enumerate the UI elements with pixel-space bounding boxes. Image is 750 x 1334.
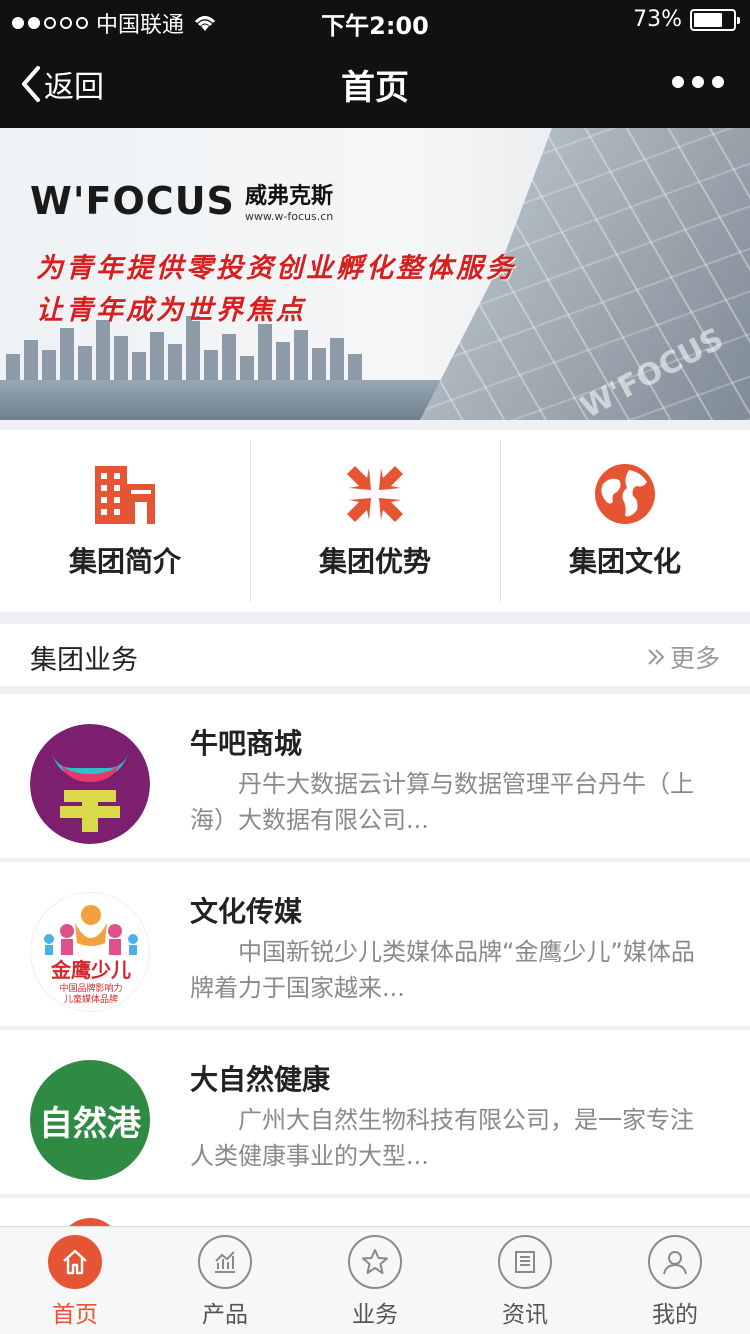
business-title: 牛吧商城 xyxy=(190,727,303,760)
list-item[interactable]: 牛吧商城 丹牛大数据云计算与数据管理平台丹牛（上海）大数据有限公司... xyxy=(0,694,750,858)
nav-bar: 返回 首页 xyxy=(0,40,750,128)
ziran-logo-text: 自然港 xyxy=(39,1103,141,1144)
quick-menu-advantage[interactable]: 集团优势 xyxy=(250,440,500,602)
tab-label: 首页 xyxy=(52,1302,98,1328)
list-item-partial[interactable] xyxy=(0,1198,750,1228)
brand-logo: W'FOCUS 威弗克斯 www.w-focus.cn xyxy=(30,178,334,224)
quick-menu-label: 集团简介 xyxy=(68,545,181,578)
brand-logo-text: W'FOCUS xyxy=(30,178,235,223)
brand-logo-url: www.w-focus.cn xyxy=(244,210,334,223)
compress-arrows-icon xyxy=(347,466,403,522)
tab-profile[interactable]: 我的 xyxy=(600,1227,750,1334)
globe-icon xyxy=(595,464,655,524)
list-item[interactable]: 金鹰少儿 中国品牌影响力 儿童媒体品牌 文化传媒 中国新锐少儿类媒体品牌“金鹰少… xyxy=(0,862,750,1026)
jinying-logo-avatar: 金鹰少儿 中国品牌影响力 儿童媒体品牌 xyxy=(30,892,150,1012)
banner-slogan-1: 为青年提供零投资创业孵化整体服务 xyxy=(36,253,516,284)
page-title: 首页 xyxy=(341,68,409,108)
section-header: 集团业务 更多 xyxy=(0,624,750,686)
tab-label: 产品 xyxy=(202,1302,248,1328)
business-description: 中国新锐少儿类媒体品牌“金鹰少儿”媒体品牌着力于国家越来... xyxy=(190,938,695,1002)
section-title: 集团业务 xyxy=(30,645,138,676)
business-title: 文化传媒 xyxy=(190,895,303,928)
battery-icon xyxy=(690,8,740,31)
brand-logo-cn: 威弗克斯 xyxy=(244,184,333,209)
chart-icon xyxy=(215,1251,235,1273)
status-bar: 中国联通 下午2:00 73% xyxy=(0,0,750,40)
star-icon xyxy=(362,1249,388,1274)
quick-menu-culture[interactable]: 集团文化 xyxy=(500,440,750,602)
business-description: 丹牛大数据云计算与数据管理平台丹牛（上海）大数据有限公司... xyxy=(190,770,694,834)
home-icon xyxy=(63,1249,87,1275)
list-item[interactable]: 自然港 大自然健康 广州大自然生物科技有限公司，是一家专注人类健康事业的大型..… xyxy=(0,1030,750,1194)
more-link[interactable]: 更多 xyxy=(646,639,720,675)
tab-label: 我的 xyxy=(652,1302,698,1328)
business-description: 广州大自然生物科技有限公司，是一家专注人类健康事业的大型... xyxy=(190,1106,694,1170)
kids-logo-subtext-1: 中国品牌影响力 xyxy=(59,982,122,994)
more-options-button[interactable] xyxy=(672,76,724,88)
more-link-label: 更多 xyxy=(669,644,720,673)
tab-home[interactable]: 首页 xyxy=(0,1227,150,1334)
banner-slogan-2: 让青年成为世界焦点 xyxy=(36,295,306,326)
ziran-logo-avatar: 自然港 xyxy=(30,1060,150,1180)
tab-news[interactable]: 资讯 xyxy=(450,1227,600,1334)
news-icon xyxy=(515,1251,535,1273)
kids-logo-text: 金鹰少儿 xyxy=(50,958,131,982)
hero-banner[interactable]: W'FOCUS W'FOCUS 威弗克斯 www.w-focus.cn 为青年提… xyxy=(0,128,750,420)
user-icon xyxy=(663,1251,687,1275)
quick-menu-label: 集团优势 xyxy=(318,545,431,578)
niuba-logo-avatar xyxy=(30,724,150,844)
double-chevron-right-icon xyxy=(648,649,665,665)
tab-business[interactable]: 业务 xyxy=(300,1227,450,1334)
quick-menu-intro[interactable]: 集团简介 xyxy=(0,440,250,602)
tab-label: 业务 xyxy=(352,1302,398,1328)
kids-logo-subtext-2: 儿童媒体品牌 xyxy=(64,993,118,1005)
building-icon xyxy=(95,466,155,524)
kids-logo-icon: 金鹰少儿 中国品牌影响力 儿童媒体品牌 xyxy=(44,905,138,1005)
quick-menu: 集团简介 集团优势 集团文化 xyxy=(0,430,750,612)
business-title: 大自然健康 xyxy=(190,1063,331,1096)
quick-menu-label: 集团文化 xyxy=(568,545,681,578)
tab-label: 资讯 xyxy=(502,1302,548,1328)
battery-percent: 73% xyxy=(633,7,682,32)
tab-products[interactable]: 产品 xyxy=(150,1227,300,1334)
bull-logo-icon xyxy=(30,724,150,844)
tab-bar: 首页 产品 业务 资讯 我的 xyxy=(0,1226,750,1334)
more-dots-icon xyxy=(672,76,684,88)
business-list: 牛吧商城 丹牛大数据云计算与数据管理平台丹牛（上海）大数据有限公司... 金鹰少… xyxy=(0,694,750,1228)
